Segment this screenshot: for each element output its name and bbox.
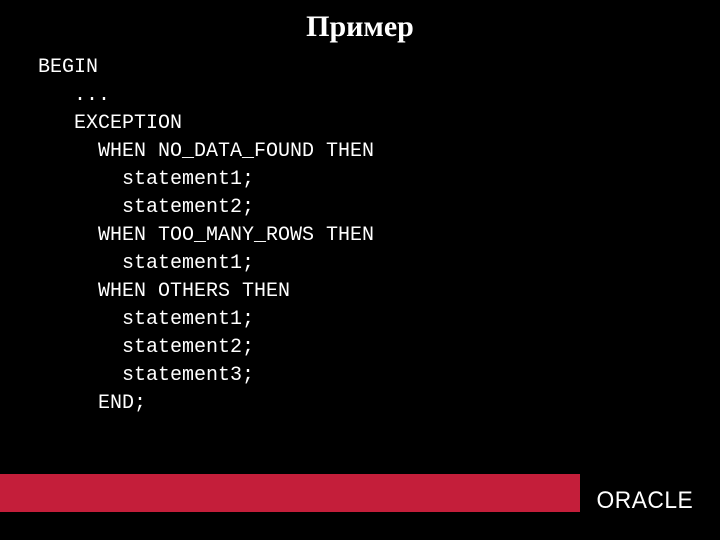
code-line: END; (38, 392, 146, 415)
code-example: BEGIN ... EXCEPTION WHEN NO_DATA_FOUND T… (0, 54, 720, 418)
code-line: statement1; (38, 308, 254, 331)
slide-title: Пример (0, 0, 720, 54)
code-line: ... (38, 84, 110, 107)
code-line: EXCEPTION (38, 112, 182, 135)
code-line: WHEN NO_DATA_FOUND THEN (38, 140, 374, 163)
code-line: WHEN OTHERS THEN (38, 280, 290, 303)
code-line: statement1; (38, 252, 254, 275)
code-line: statement3; (38, 364, 254, 387)
code-line: statement2; (38, 196, 254, 219)
oracle-logo: ORACLE (597, 487, 694, 515)
code-line: statement1; (38, 168, 254, 191)
code-line: statement2; (38, 336, 254, 359)
code-line: WHEN TOO_MANY_ROWS THEN (38, 224, 374, 247)
code-line: BEGIN (38, 56, 98, 79)
